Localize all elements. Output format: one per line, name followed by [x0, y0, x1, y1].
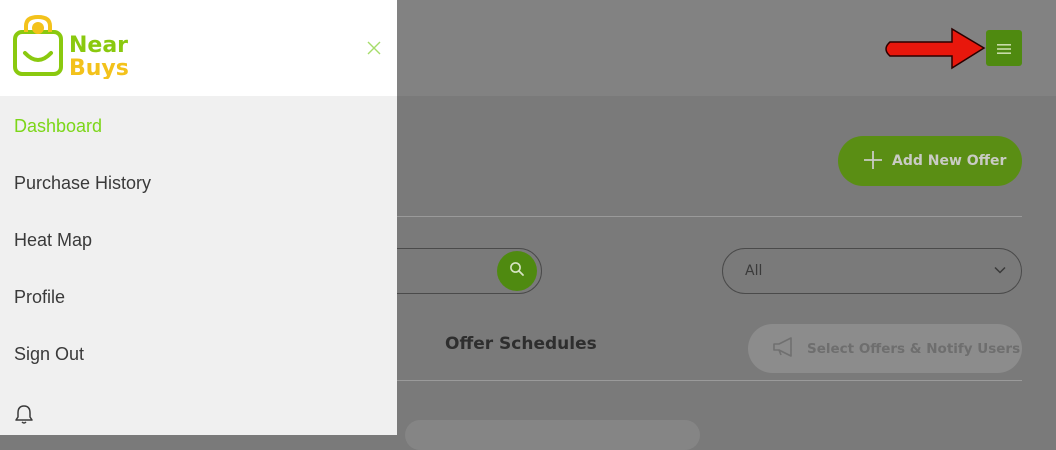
- megaphone-icon: [772, 336, 798, 361]
- sidebar-item-dashboard[interactable]: Dashboard: [14, 116, 102, 137]
- chevron-down-icon: [993, 263, 1007, 281]
- plus-icon: [864, 149, 882, 173]
- hamburger-icon: [997, 39, 1011, 58]
- notifications-button[interactable]: [13, 403, 35, 429]
- filter-select[interactable]: All: [722, 248, 1022, 294]
- close-icon: [366, 41, 382, 60]
- sidebar-item-profile[interactable]: Profile: [14, 287, 65, 308]
- content-card: [405, 420, 700, 450]
- sidebar-item-sign-out[interactable]: Sign Out: [14, 344, 84, 365]
- select-offers-notify-button[interactable]: Select Offers & Notify Users: [748, 324, 1022, 373]
- bell-icon: [13, 405, 35, 429]
- nearbuys-logo[interactable]: Near Buys: [13, 14, 153, 83]
- close-sidebar-button[interactable]: [366, 40, 382, 56]
- search-icon: [509, 261, 525, 281]
- add-new-offer-label: Add New Offer: [892, 153, 1007, 169]
- filter-select-value: All: [745, 263, 763, 279]
- search-button[interactable]: [497, 251, 537, 291]
- notify-button-label: Select Offers & Notify Users: [807, 340, 1021, 357]
- sidebar-header: Near Buys: [0, 0, 397, 96]
- svg-text:Buys: Buys: [69, 56, 129, 79]
- divider: [397, 380, 1022, 381]
- sidebar: Near Buys Dashboard Purchase History Hea…: [0, 0, 397, 435]
- add-new-offer-button[interactable]: Add New Offer: [838, 136, 1022, 186]
- offer-schedules-tab[interactable]: Offer Schedules: [445, 334, 597, 354]
- red-arrow-annotation: [880, 26, 988, 78]
- sidebar-item-purchase-history[interactable]: Purchase History: [14, 173, 151, 194]
- divider: [397, 216, 1022, 217]
- sidebar-item-heat-map[interactable]: Heat Map: [14, 230, 92, 251]
- svg-text:Near: Near: [69, 33, 128, 58]
- hamburger-menu-button[interactable]: [986, 30, 1022, 66]
